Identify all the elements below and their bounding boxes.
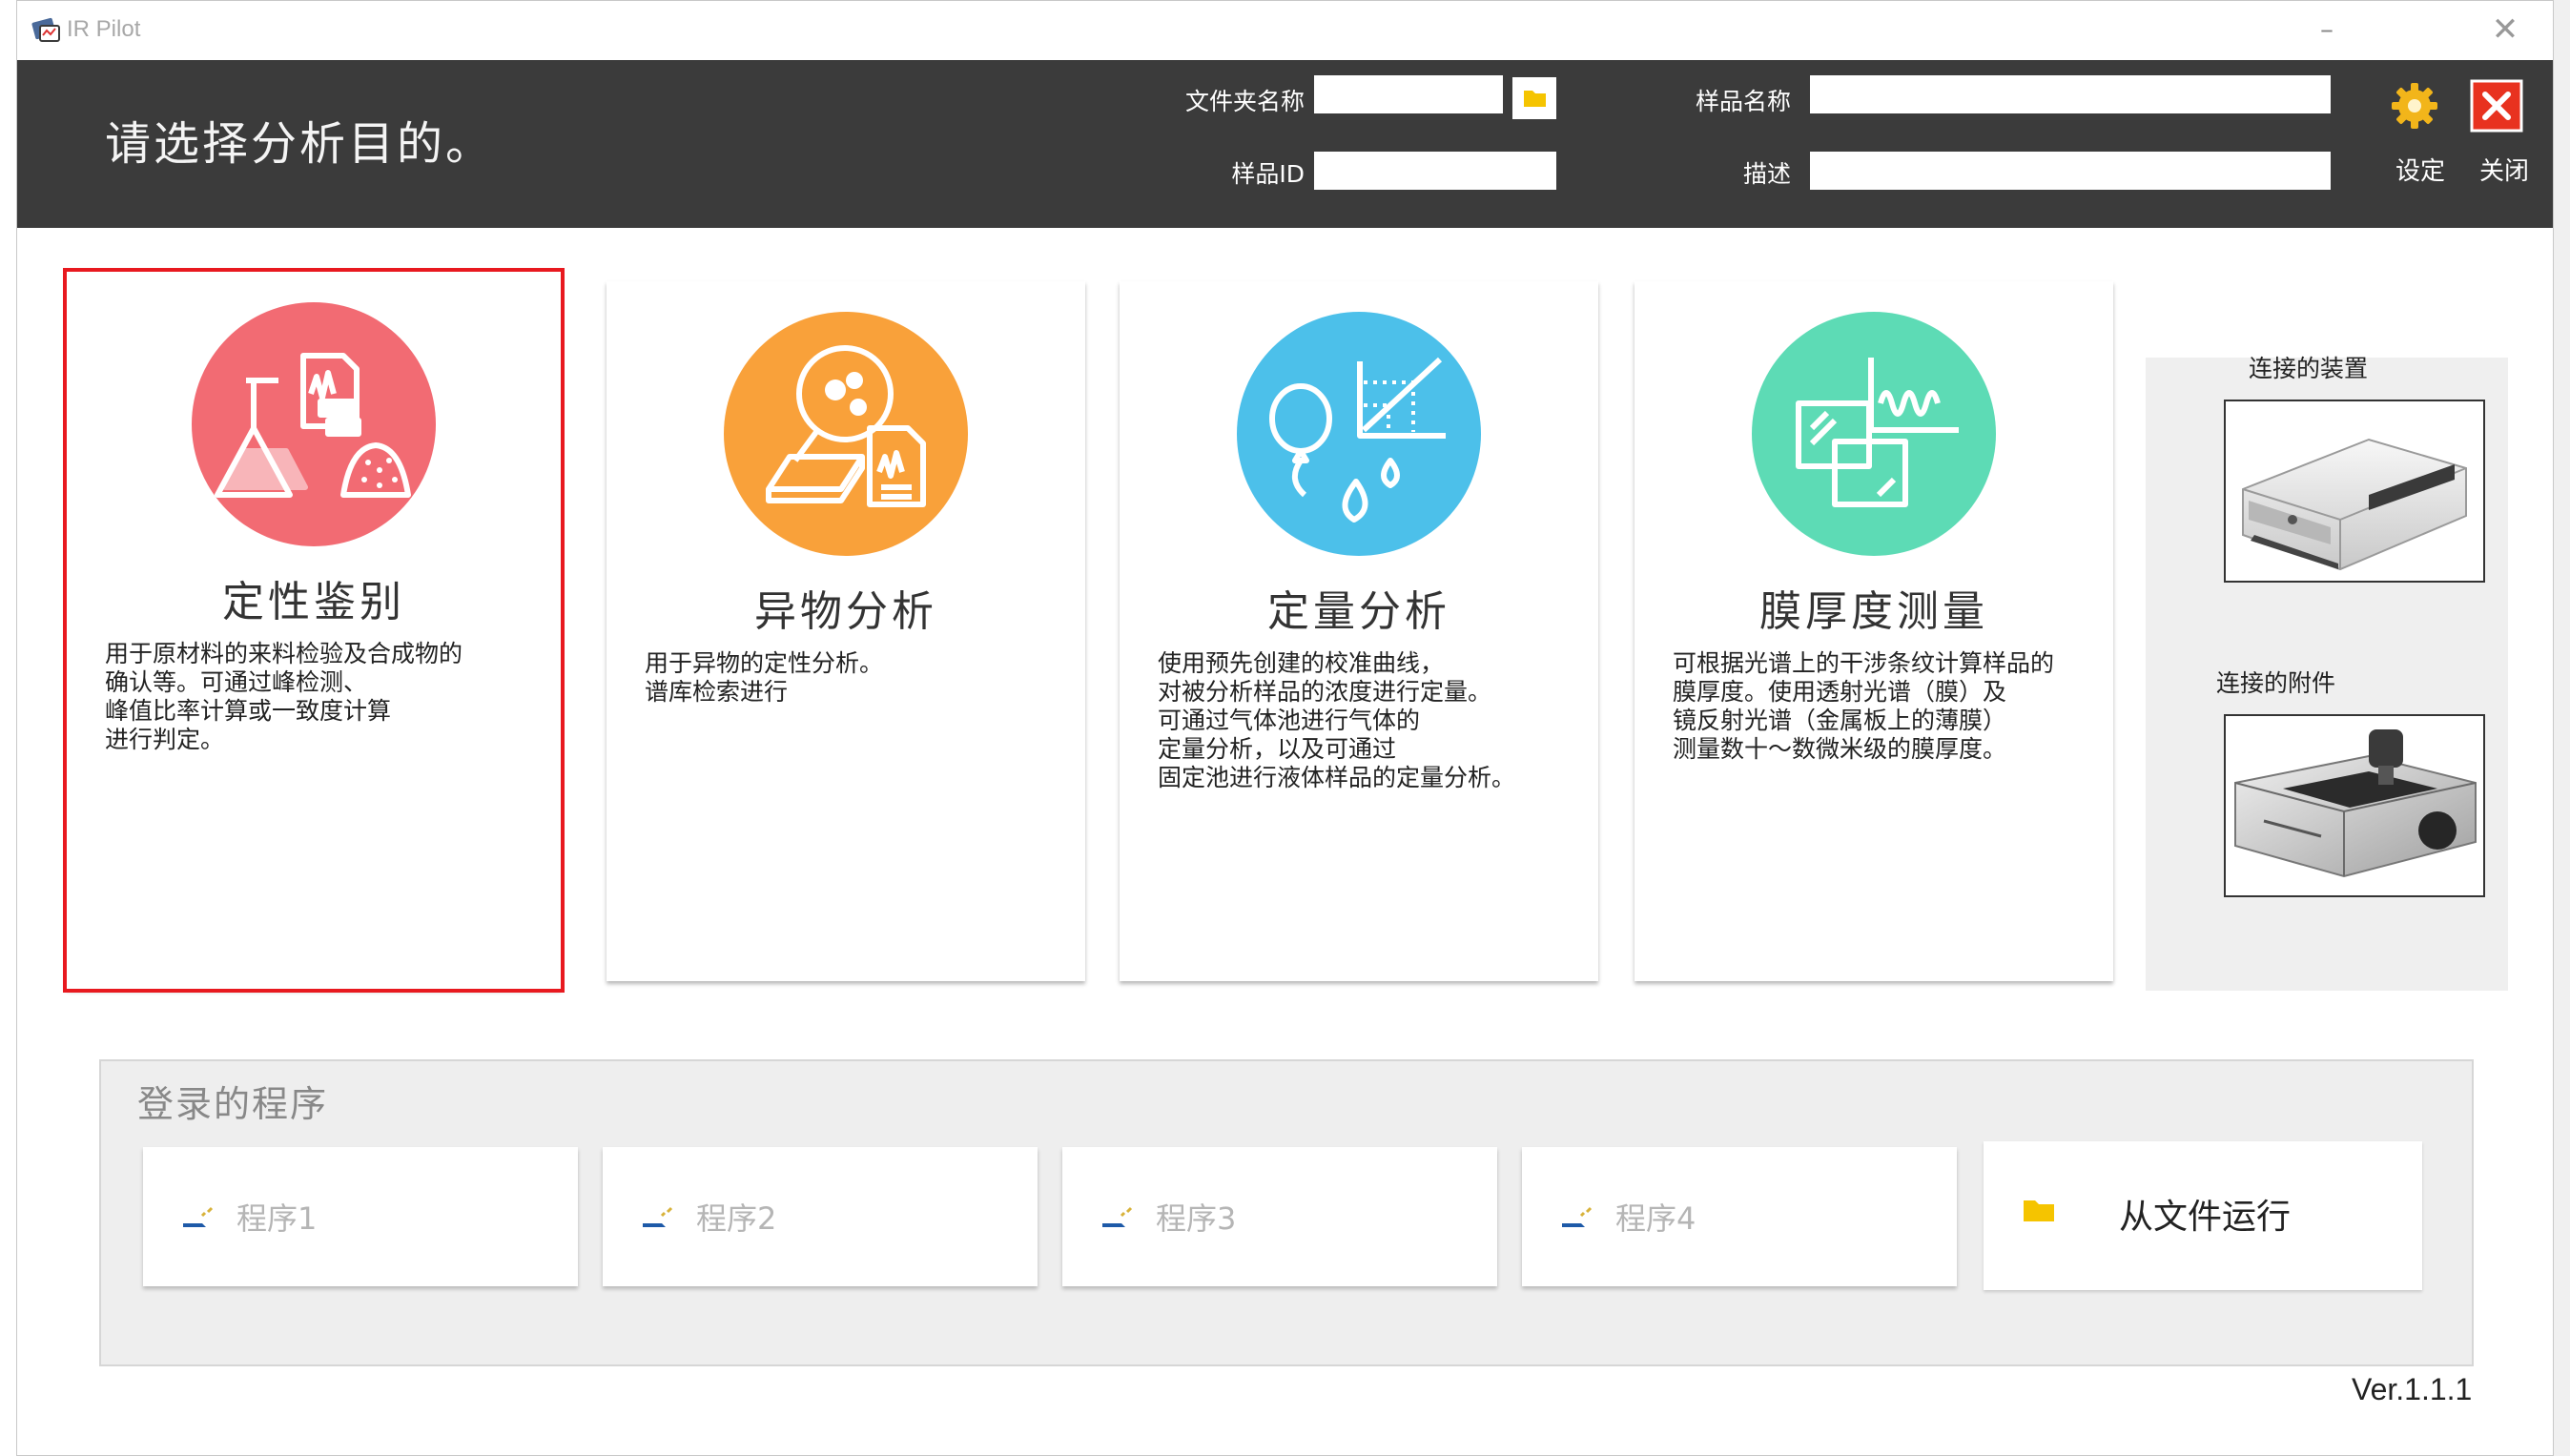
connected-device-label: 连接的装置 bbox=[2249, 355, 2369, 382]
folder-name-label: 文件夹名称 bbox=[1184, 88, 1305, 115]
card-description: 用于原材料的来料检验及合成物的 确认等。可通过峰检测、 峰值比率计算或一致度计算… bbox=[105, 640, 463, 753]
window-close-button[interactable]: ✕ bbox=[2484, 9, 2526, 51]
sample-name-label: 样品名称 bbox=[1695, 88, 1791, 115]
connected-accessory-image[interactable] bbox=[2224, 714, 2485, 897]
connected-hardware-panel: 连接的装置 连接的附件 bbox=[2146, 355, 2508, 991]
window-title: IR Pilot bbox=[67, 16, 141, 42]
program-button-2[interactable]: 程序2 bbox=[603, 1147, 1038, 1286]
film-thickness-icon bbox=[1752, 312, 1996, 556]
folder-icon bbox=[1524, 91, 1546, 107]
card-description: 用于异物的定性分析。 谱库检索进行 bbox=[645, 649, 884, 706]
page-title: 请选择分析目的。 bbox=[105, 117, 495, 171]
gear-icon[interactable] bbox=[2386, 77, 2443, 134]
programs-title: 登录的程序 bbox=[137, 1083, 329, 1125]
left-edge-strip bbox=[0, 0, 16, 1456]
sample-name-input[interactable] bbox=[1810, 75, 2331, 113]
main-content: 定性鉴别 用于原材料的来料检验及合成物的 确认等。可通过峰检测、 峰值比率计算或… bbox=[38, 249, 2537, 1422]
connected-accessory-label: 连接的附件 bbox=[2216, 669, 2336, 697]
film-thickness-card[interactable]: 膜厚度测量 可根据光谱上的干涉条纹计算样品的 膜厚度。使用透射光谱（膜）及 镜反… bbox=[1635, 281, 2113, 981]
title-bar: IR Pilot – ✕ bbox=[17, 1, 2553, 60]
sample-id-input[interactable] bbox=[1314, 152, 1556, 190]
version-label: Ver.1.1.1 bbox=[2352, 1372, 2473, 1406]
spectrometer-image bbox=[2242, 438, 2467, 571]
folder-icon bbox=[2024, 1200, 2054, 1221]
sample-id-label: 样品ID bbox=[1231, 160, 1305, 188]
app-window: IR Pilot – ✕ 请选择分析目的。 文件夹名称 样品ID 样品名称 描述 bbox=[16, 0, 2554, 1456]
program-icon bbox=[183, 1206, 214, 1227]
browse-folder-button[interactable] bbox=[1512, 77, 1556, 119]
card-description: 使用预先创建的校准曲线， 对被分析样品的浓度进行定量。 可通过气体池进行气体的 … bbox=[1158, 649, 1516, 791]
calibration-curve-icon bbox=[1237, 312, 1481, 556]
program-label: 程序2 bbox=[696, 1200, 777, 1237]
close-label[interactable]: 关闭 bbox=[2479, 152, 2529, 187]
quantitative-analysis-card[interactable]: 定量分析 使用预先创建的校准曲线， 对被分析样品的浓度进行定量。 可通过气体池进… bbox=[1120, 281, 1598, 981]
program-icon bbox=[643, 1206, 673, 1227]
flask-pass-fail-icon bbox=[192, 302, 436, 546]
card-title: 异物分析 bbox=[754, 587, 937, 636]
card-title: 膜厚度测量 bbox=[1759, 587, 1988, 636]
program-button-1[interactable]: 程序1 bbox=[143, 1147, 578, 1286]
registered-programs-group: 登录的程序 程序1 程序2 程序3 程序4 从文件运行 bbox=[99, 1059, 2474, 1366]
close-icon[interactable] bbox=[2468, 77, 2525, 134]
description-label: 描述 bbox=[1742, 160, 1791, 188]
program-button-4[interactable]: 程序4 bbox=[1522, 1147, 1957, 1286]
run-from-file-label: 从文件运行 bbox=[2119, 1198, 2292, 1237]
card-title: 定性鉴别 bbox=[222, 578, 405, 626]
program-label: 程序1 bbox=[236, 1200, 318, 1237]
accessory-image bbox=[2234, 729, 2477, 878]
program-icon bbox=[1102, 1206, 1133, 1227]
card-description: 可根据光谱上的干涉条纹计算样品的 膜厚度。使用透射光谱（膜）及 镜反射光谱（金属… bbox=[1673, 649, 2055, 763]
foreign-matter-analysis-card[interactable]: 异物分析 用于异物的定性分析。 谱库检索进行 bbox=[607, 281, 1085, 981]
program-button-3[interactable]: 程序3 bbox=[1062, 1147, 1497, 1286]
program-icon bbox=[1562, 1206, 1593, 1227]
connected-device-image[interactable] bbox=[2224, 400, 2485, 583]
qualitative-identification-card[interactable]: 定性鉴别 用于原材料的来料检验及合成物的 确认等。可通过峰检测、 峰值比率计算或… bbox=[63, 268, 565, 993]
header-bar: 请选择分析目的。 文件夹名称 样品ID 样品名称 描述 设定 关闭 bbox=[17, 60, 2553, 228]
card-title: 定量分析 bbox=[1267, 587, 1450, 636]
program-label: 程序4 bbox=[1615, 1200, 1696, 1237]
minimize-button[interactable]: – bbox=[2308, 9, 2346, 51]
app-icon bbox=[31, 17, 60, 42]
settings-label[interactable]: 设定 bbox=[2395, 152, 2445, 187]
folder-name-input[interactable] bbox=[1314, 75, 1503, 113]
run-from-file-button[interactable]: 从文件运行 bbox=[1984, 1141, 2422, 1290]
foreign-matter-icon bbox=[724, 312, 968, 556]
description-input[interactable] bbox=[1810, 152, 2331, 190]
program-label: 程序3 bbox=[1156, 1200, 1237, 1237]
